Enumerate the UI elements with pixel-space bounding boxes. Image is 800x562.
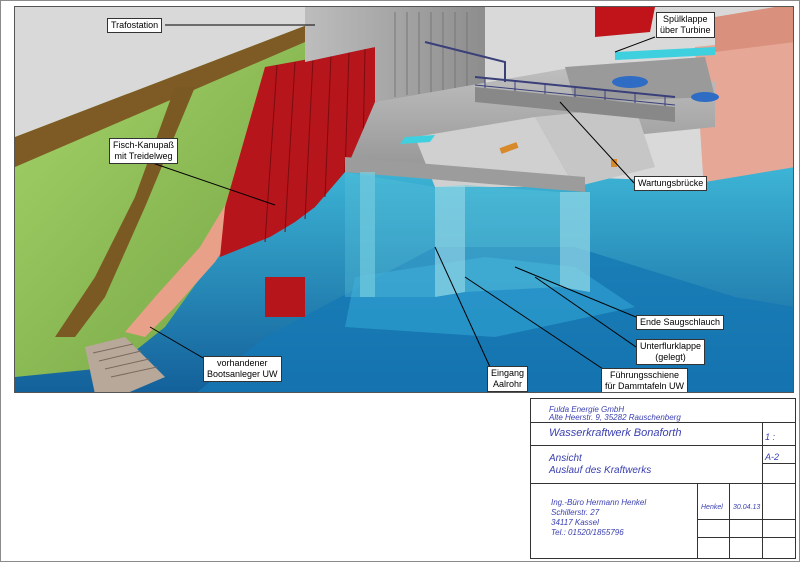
sheet-value: A-2 (765, 452, 780, 462)
label-ende-saugschlauch-text: Ende Saugschlauch (640, 317, 721, 327)
label-wartungsbruecke-text: Wartungsbrücke (638, 178, 704, 188)
drawing-date: 30.04.13 (733, 504, 761, 511)
label-eingang-aalrohr-line1: Eingang (491, 368, 525, 378)
label-fuehrungsschiene: Führungsschiene für Dammtafeln UW (601, 368, 689, 392)
project-title: Wasserkraftwerk Bonaforth (549, 427, 682, 439)
title-block: Fulda Energie GmbH Alte Heerstr. 9, 3528… (530, 398, 796, 559)
label-fuehrungsschiene-line2: für Dammtafeln UW (605, 381, 685, 391)
label-trafostation: Trafostation (107, 18, 163, 33)
drawing-line1: Ansicht (549, 453, 582, 464)
label-wartungsbruecke: Wartungsbrücke (634, 176, 708, 191)
spuelklappe-left (612, 76, 648, 88)
label-fischkanupass-line1: Fisch-Kanupaß (113, 140, 175, 150)
powerplant-render (15, 7, 793, 392)
label-ende-saugschlauch: Ende Saugschlauch (636, 315, 725, 330)
label-bootsanleger: vorhandener Bootsanleger UW (203, 356, 282, 382)
label-eingang-aalrohr-line2: Aalrohr (493, 379, 523, 389)
label-spuelklappe: Spülklappe über Turbine (656, 12, 715, 38)
label-unterflurklappe-line1: Unterflurklappe (640, 341, 702, 351)
label-fischkanupass-line2: mit Treidelweg (114, 151, 173, 161)
spuelklappe-right (691, 92, 719, 102)
client-line2: Alte Heerstr. 9, 35282 Rauschenberg (549, 413, 681, 422)
label-unterflurklappe: Unterflurklappe (gelegt) (636, 339, 706, 365)
label-eingang-aalrohr: Eingang Aalrohr (487, 366, 529, 392)
label-fuehrungsschiene-line1: Führungsschiene (609, 370, 680, 380)
office-line2: Schillerstr. 27 (551, 508, 600, 517)
scale-value: 1 : (765, 432, 776, 442)
rendering-view: Trafostation Spülklappe über Turbine Fis… (14, 6, 794, 393)
label-spuelklappe-line2: über Turbine (660, 25, 711, 35)
label-spuelklappe-line1: Spülklappe (663, 14, 708, 24)
label-bootsanleger-line2: Bootsanleger UW (207, 369, 278, 379)
drawing-sheet: Trafostation Spülklappe über Turbine Fis… (0, 0, 800, 562)
label-bootsanleger-line1: vorhandener (217, 358, 268, 368)
office-line1: Ing.-Büro Hermann Henkel (551, 498, 647, 507)
label-unterflurklappe-line2: (gelegt) (655, 352, 686, 362)
drawing-line2: Auslauf des Kraftwerks (549, 465, 652, 476)
label-trafostation-text: Trafostation (111, 20, 159, 30)
label-fischkanupass: Fisch-Kanupaß mit Treidelweg (109, 138, 179, 164)
office-line3: 34117 Kassel (551, 518, 599, 527)
office-line4: Tel.: 01520/1855796 (551, 528, 624, 537)
drawn-by: Henkel (701, 504, 723, 511)
